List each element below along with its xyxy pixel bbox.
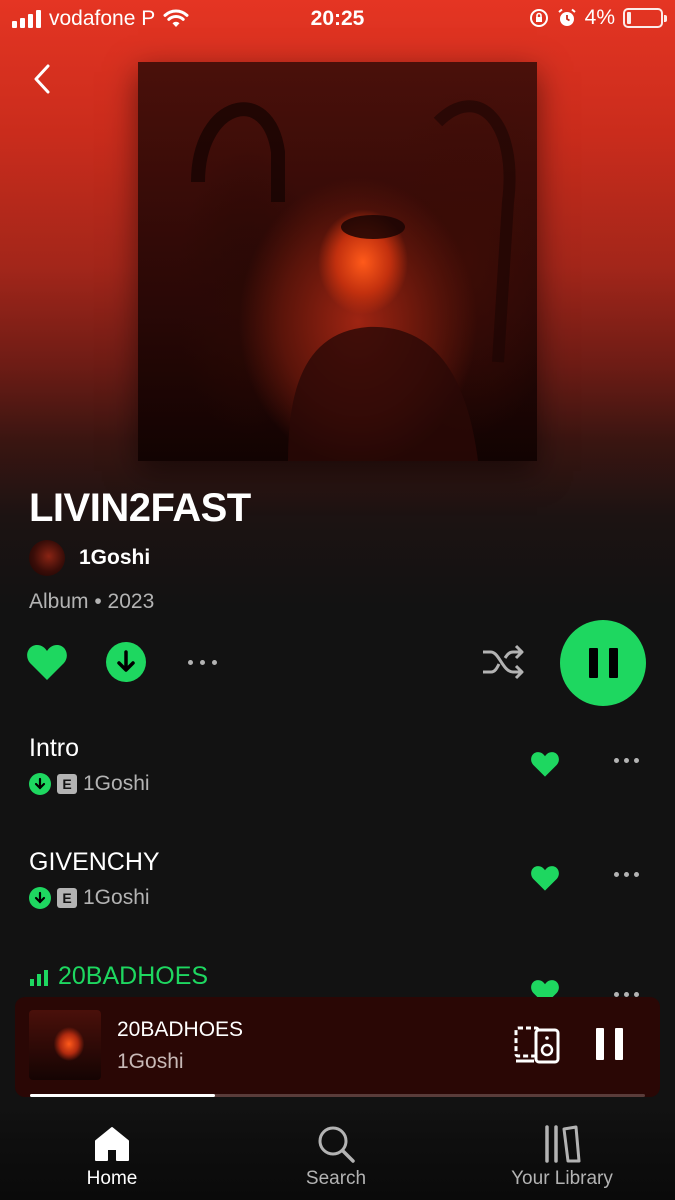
- track-title: GIVENCHY: [29, 848, 160, 876]
- library-icon: [545, 1125, 581, 1163]
- pause-button[interactable]: [560, 620, 646, 706]
- artist-row[interactable]: 1Goshi: [29, 540, 150, 576]
- mini-player-artwork: [29, 1010, 101, 1080]
- orientation-lock-icon: [529, 9, 548, 27]
- track-title: 20BADHOES: [58, 962, 209, 990]
- equalizer-icon: [30, 970, 48, 986]
- tab-home-label: Home: [86, 1168, 138, 1189]
- tab-bar: Home Search Your Library: [0, 1108, 675, 1200]
- downloaded-icon: [29, 773, 51, 795]
- track-artist: 1Goshi: [83, 772, 150, 795]
- explicit-badge: E: [57, 888, 77, 908]
- home-icon: [95, 1127, 129, 1161]
- track-title: Intro: [29, 734, 80, 762]
- track-row[interactable]: GIVENCHY E 1Goshi: [0, 848, 675, 928]
- track-artist: 1Goshi: [83, 886, 150, 909]
- mini-player-title: 20BADHOES: [117, 1018, 244, 1041]
- download-icon[interactable]: [106, 642, 146, 682]
- track-subtitle: E 1Goshi: [29, 772, 150, 796]
- album-meta: Album • 2023: [29, 590, 155, 613]
- playback-progress-fill: [30, 1094, 215, 1097]
- battery-percent: 4%: [584, 6, 615, 29]
- artist-avatar[interactable]: [29, 540, 65, 576]
- status-bar: vodafone P 20:25 4%: [0, 0, 675, 40]
- back-chevron-icon[interactable]: [28, 62, 58, 96]
- album-controls: [0, 620, 675, 706]
- more-options-icon[interactable]: [614, 758, 639, 763]
- more-options-icon[interactable]: [614, 872, 639, 877]
- mini-player[interactable]: 20BADHOES 1Goshi: [15, 997, 660, 1097]
- tab-library-label: Your Library: [511, 1168, 613, 1189]
- playback-progress[interactable]: [30, 1094, 645, 1097]
- explicit-badge: E: [57, 774, 77, 794]
- artist-name[interactable]: 1Goshi: [79, 546, 150, 570]
- tab-search[interactable]: Search: [256, 1120, 416, 1190]
- album-cover: [138, 62, 537, 461]
- heart-icon[interactable]: [26, 642, 68, 682]
- downloaded-icon: [29, 887, 51, 909]
- shuffle-icon[interactable]: [481, 644, 525, 680]
- track-subtitle: E 1Goshi: [29, 886, 150, 910]
- search-icon: [318, 1126, 355, 1163]
- mini-pause-button[interactable]: [596, 1028, 623, 1060]
- alarm-icon: [558, 8, 576, 26]
- connect-device-icon[interactable]: [514, 1026, 560, 1064]
- album-title: LIVIN2FAST: [29, 486, 251, 530]
- more-options-icon[interactable]: [188, 660, 217, 665]
- heart-icon[interactable]: [530, 864, 560, 892]
- tab-search-label: Search: [305, 1168, 367, 1189]
- tab-home[interactable]: Home: [32, 1120, 192, 1190]
- battery-icon: [623, 8, 667, 28]
- heart-icon[interactable]: [530, 750, 560, 778]
- tab-your-library[interactable]: Your Library: [482, 1120, 642, 1190]
- mini-player-artist: 1Goshi: [117, 1050, 184, 1073]
- track-row[interactable]: Intro E 1Goshi: [0, 734, 675, 814]
